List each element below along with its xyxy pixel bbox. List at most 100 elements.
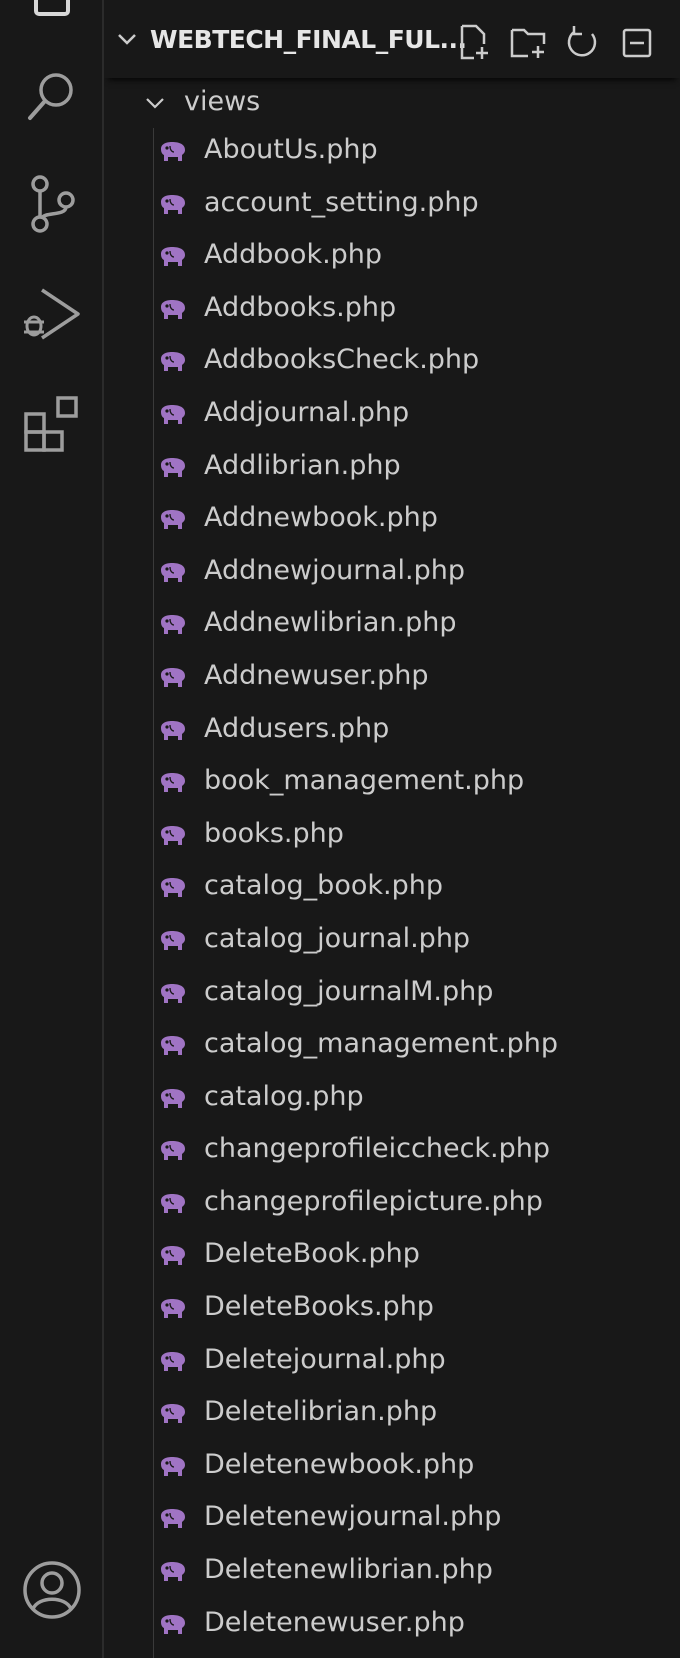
explorer-header[interactable]: WEBTECH_FINAL_FUL... bbox=[104, 0, 680, 78]
file-item[interactable]: Deletejournal.php bbox=[104, 1338, 680, 1391]
php-file-icon bbox=[158, 140, 188, 164]
chevron-down-icon bbox=[146, 98, 164, 109]
source-control-icon[interactable] bbox=[16, 168, 88, 240]
file-label: AboutUs.php bbox=[204, 134, 378, 165]
php-file-icon bbox=[158, 1455, 188, 1479]
file-item[interactable]: Deletenewuser.php bbox=[104, 1601, 680, 1654]
php-file-icon bbox=[158, 1507, 188, 1531]
account-icon[interactable] bbox=[16, 1554, 88, 1626]
file-label: Deletelibrian.php bbox=[204, 1396, 438, 1428]
workspace-title[interactable]: WEBTECH_FINAL_FUL... bbox=[150, 25, 467, 54]
php-file-icon bbox=[158, 771, 188, 795]
php-file-icon bbox=[158, 1139, 188, 1163]
file-label: Addbooks.php bbox=[204, 291, 397, 323]
php-file-icon bbox=[158, 613, 188, 637]
php-file-icon bbox=[158, 298, 188, 322]
php-file-icon bbox=[158, 1613, 188, 1637]
file-item[interactable]: Addusers.php bbox=[104, 707, 680, 760]
file-label: catalog_journalM.php bbox=[204, 975, 494, 1007]
file-label: catalog_management.php bbox=[204, 1028, 559, 1060]
collapse-all-icon[interactable] bbox=[616, 22, 656, 62]
file-item[interactable]: Deletenewjournal.php bbox=[104, 1495, 680, 1548]
php-file-icon bbox=[158, 1087, 188, 1111]
file-item[interactable]: catalog_management.php bbox=[104, 1022, 680, 1075]
extensions-icon[interactable] bbox=[16, 388, 88, 460]
search-icon[interactable] bbox=[16, 60, 88, 132]
file-item[interactable]: catalog_journal.php bbox=[104, 917, 680, 970]
file-item[interactable]: Addlibrian.php bbox=[104, 444, 680, 497]
php-file-icon bbox=[158, 508, 188, 532]
file-label: DeleteBooks.php bbox=[204, 1291, 434, 1323]
file-item[interactable]: AddbooksCheck.php bbox=[104, 338, 680, 391]
file-item[interactable]: Deletenewbook.php bbox=[104, 1443, 680, 1496]
php-file-icon bbox=[158, 1244, 188, 1268]
file-item[interactable]: DeleteBooks.php bbox=[104, 1285, 680, 1338]
php-file-icon bbox=[158, 824, 188, 848]
file-label: Addnewbook.php bbox=[204, 502, 438, 534]
file-label: Addjournal.php bbox=[204, 396, 410, 428]
php-file-icon bbox=[158, 456, 188, 480]
file-item[interactable]: account_setting.php bbox=[104, 181, 680, 234]
php-file-icon bbox=[158, 929, 188, 953]
file-item[interactable]: book_management.php bbox=[104, 759, 680, 812]
file-label: Addnewjournal.php bbox=[204, 554, 465, 586]
php-file-icon bbox=[158, 666, 188, 690]
file-label: account_setting.php bbox=[204, 186, 479, 218]
file-label: Addnewlibrian.php bbox=[204, 607, 457, 639]
folder-label: views bbox=[184, 86, 261, 117]
file-label: Deletejournal.php bbox=[204, 1343, 446, 1375]
file-label: DeleteBook.php bbox=[204, 1238, 420, 1270]
file-label: changeprofileiccheck.php bbox=[204, 1133, 551, 1165]
file-label: book_management.php bbox=[204, 765, 525, 797]
file-label: Deletenewjournal.php bbox=[204, 1501, 502, 1533]
file-item[interactable]: AboutUs.php bbox=[104, 128, 680, 181]
php-file-icon bbox=[158, 1297, 188, 1321]
file-tree: views AboutUs.php account_setting.php Addb… bbox=[104, 78, 680, 1653]
file-item[interactable]: Addnewbook.php bbox=[104, 496, 680, 549]
file-item[interactable]: Addnewlibrian.php bbox=[104, 601, 680, 654]
explorer-panel: WEBTECH_FINAL_FUL... views AboutUs.php a… bbox=[104, 0, 680, 1658]
file-item[interactable]: Addbook.php bbox=[104, 233, 680, 286]
run-debug-icon[interactable] bbox=[16, 278, 88, 350]
file-label: AddbooksCheck.php bbox=[204, 344, 480, 376]
php-file-icon bbox=[158, 1192, 188, 1216]
file-label: catalog_journal.php bbox=[204, 922, 471, 954]
file-label: changeprofilepicture.php bbox=[204, 1185, 543, 1217]
file-label: Addlibrian.php bbox=[204, 449, 401, 481]
php-file-icon bbox=[158, 876, 188, 900]
file-item[interactable]: DeleteBook.php bbox=[104, 1232, 680, 1285]
refresh-icon[interactable] bbox=[562, 22, 602, 62]
vscode-window: WEBTECH_FINAL_FUL... views AboutUs.php a… bbox=[0, 0, 680, 1658]
new-file-icon[interactable] bbox=[454, 22, 494, 62]
file-item[interactable]: catalog.php bbox=[104, 1075, 680, 1128]
file-item[interactable]: catalog_book.php bbox=[104, 864, 680, 917]
php-file-icon bbox=[158, 719, 188, 743]
file-item[interactable]: Addjournal.php bbox=[104, 391, 680, 444]
file-label: Deletenewlibrian.php bbox=[204, 1554, 493, 1586]
php-file-icon bbox=[158, 1034, 188, 1058]
file-item[interactable]: changeprofilepicture.php bbox=[104, 1180, 680, 1233]
php-file-icon bbox=[158, 1350, 188, 1374]
php-file-icon bbox=[158, 982, 188, 1006]
file-item[interactable]: Addnewuser.php bbox=[104, 654, 680, 707]
php-file-icon bbox=[158, 350, 188, 374]
file-item[interactable]: Addbooks.php bbox=[104, 286, 680, 339]
new-folder-icon[interactable] bbox=[508, 22, 548, 62]
file-label: Deletenewbook.php bbox=[204, 1448, 475, 1480]
file-item[interactable]: books.php bbox=[104, 812, 680, 865]
activity-bar bbox=[0, 0, 104, 1658]
php-file-icon bbox=[158, 1560, 188, 1584]
php-file-icon bbox=[158, 561, 188, 585]
file-item[interactable]: Addnewjournal.php bbox=[104, 549, 680, 602]
file-label: catalog.php bbox=[204, 1080, 364, 1112]
file-item[interactable]: catalog_journalM.php bbox=[104, 970, 680, 1023]
file-label: Addbook.php bbox=[204, 239, 383, 271]
folder-views[interactable]: views bbox=[104, 78, 680, 128]
file-item[interactable]: Deletenewlibrian.php bbox=[104, 1548, 680, 1601]
file-item[interactable]: changeprofileiccheck.php bbox=[104, 1127, 680, 1180]
php-file-icon bbox=[158, 403, 188, 427]
php-file-icon bbox=[158, 1402, 188, 1426]
explorer-icon[interactable] bbox=[16, 0, 88, 32]
chevron-down-icon[interactable] bbox=[116, 28, 138, 50]
file-item[interactable]: Deletelibrian.php bbox=[104, 1390, 680, 1443]
